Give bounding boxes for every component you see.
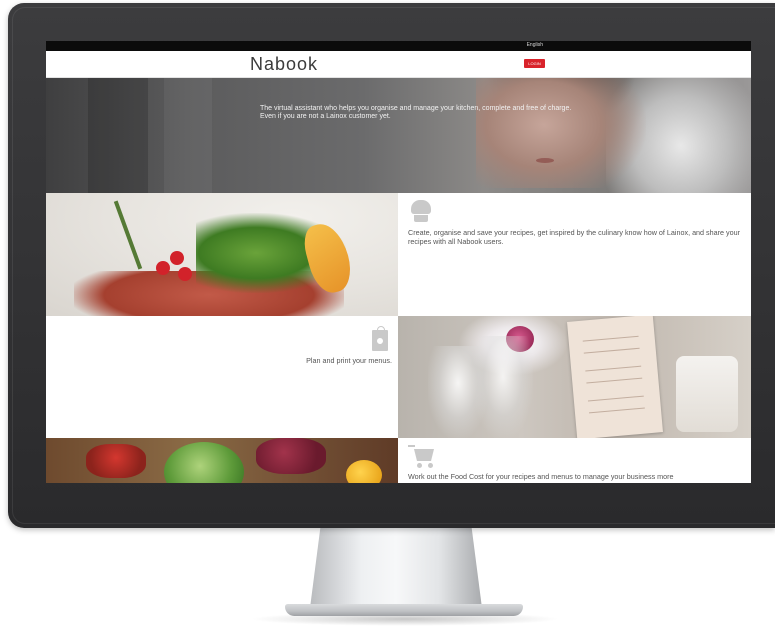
hero-text: The virtual assistant who helps you orga… — [260, 105, 572, 120]
rosemary-sprig — [113, 200, 143, 270]
recipes-feature[interactable]: Create, organise and save your recipes, … — [398, 193, 751, 316]
recipes-description: Create, organise and save your recipes, … — [408, 228, 741, 246]
berries — [86, 444, 146, 478]
site-header: Nabook LOGIN — [46, 51, 751, 78]
login-button[interactable]: LOGIN — [524, 59, 545, 68]
hero-banner: The virtual assistant who helps you orga… — [46, 78, 751, 193]
nabook-logo[interactable]: Nabook — [250, 54, 318, 75]
cherry-tomato — [178, 267, 192, 281]
cherry-tomato — [156, 261, 170, 275]
cabbage — [164, 442, 244, 483]
menus-feature[interactable]: Plan and print your menus. — [46, 316, 398, 438]
hero-background-column — [88, 78, 148, 193]
food-plate-image — [46, 193, 398, 316]
menu-card-icon — [372, 326, 388, 351]
hero-background-column — [164, 78, 212, 193]
shopping-cart-icon — [408, 445, 438, 469]
wine-glass — [473, 336, 533, 438]
chef-face — [476, 78, 646, 188]
grapes — [256, 438, 326, 474]
chef-lips — [536, 158, 554, 163]
website-screen: English Nabook LOGIN The virtual assista… — [46, 41, 751, 483]
vegetables-image — [46, 438, 398, 483]
chef-hat-icon — [411, 200, 431, 225]
yellow-pepper — [346, 460, 382, 483]
monitor-stand-base — [285, 604, 523, 616]
menus-description: Plan and print your menus. — [306, 356, 392, 365]
glass-jar — [676, 356, 738, 432]
cherry-tomato — [170, 251, 184, 265]
top-bar: English — [46, 41, 751, 51]
table-setting-image — [398, 316, 751, 438]
menu-card — [567, 316, 663, 438]
food-cost-feature[interactable]: Work out the Food Cost for your recipes … — [398, 438, 751, 483]
monitor-stand — [310, 528, 482, 608]
food-cost-description: Work out the Food Cost for your recipes … — [408, 472, 674, 481]
language-selector[interactable]: English — [527, 42, 543, 48]
